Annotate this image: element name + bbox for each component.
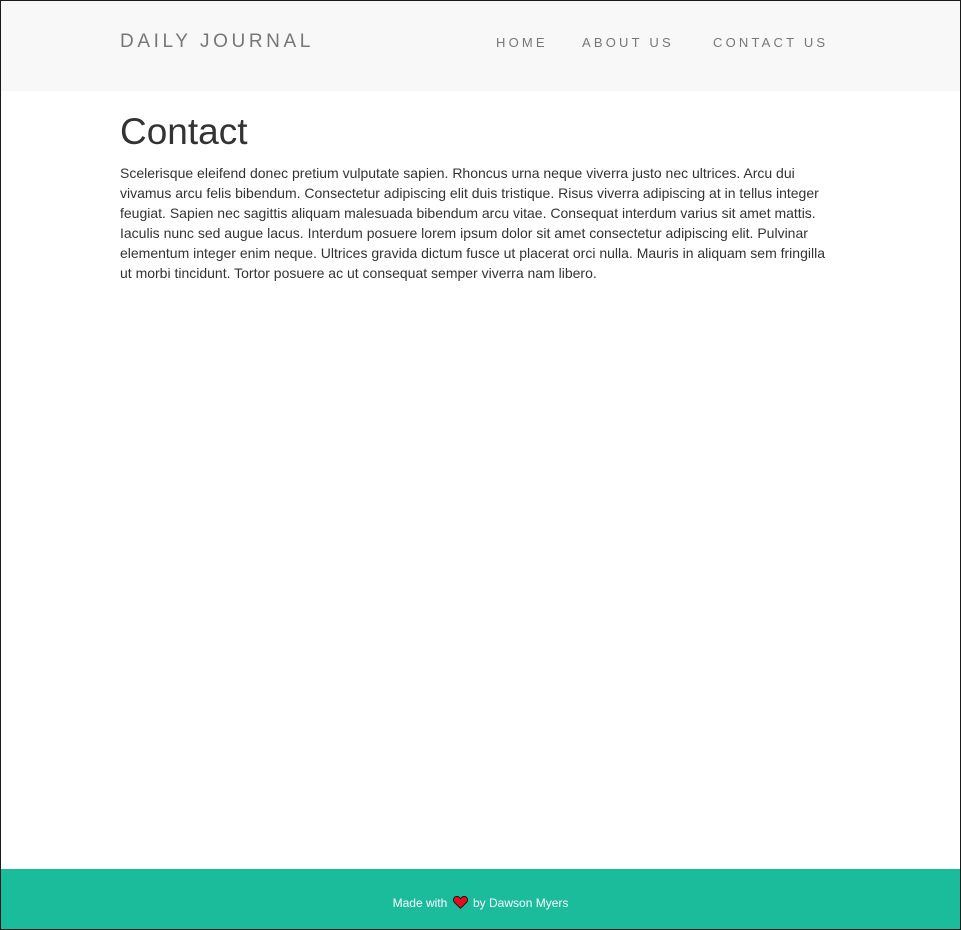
main-content: Contact Scelerisque eleifend donec preti… (120, 109, 835, 283)
navbar: DAILY JOURNAL HOME ABOUT US CONTACT US (1, 1, 960, 91)
nav-link-about-us[interactable]: ABOUT US (582, 35, 674, 51)
nav-link-home[interactable]: HOME (496, 35, 548, 51)
contact-paragraph: Scelerisque eleifend donec pretium vulpu… (120, 165, 825, 281)
nav-menu: HOME ABOUT US CONTACT US (1, 35, 960, 51)
footer-prefix: Made with (392, 895, 448, 910)
footer-author: by Dawson Myers (473, 895, 569, 910)
footer-credit: Made with by Dawson Myers (1, 894, 960, 911)
heart-icon (452, 896, 468, 910)
browser-viewport: DAILY JOURNAL HOME ABOUT US CONTACT US C… (0, 0, 961, 930)
page-title: Contact (120, 111, 248, 152)
footer: Made with by Dawson Myers (1, 869, 960, 929)
nav-link-contact-us[interactable]: CONTACT US (713, 35, 828, 51)
